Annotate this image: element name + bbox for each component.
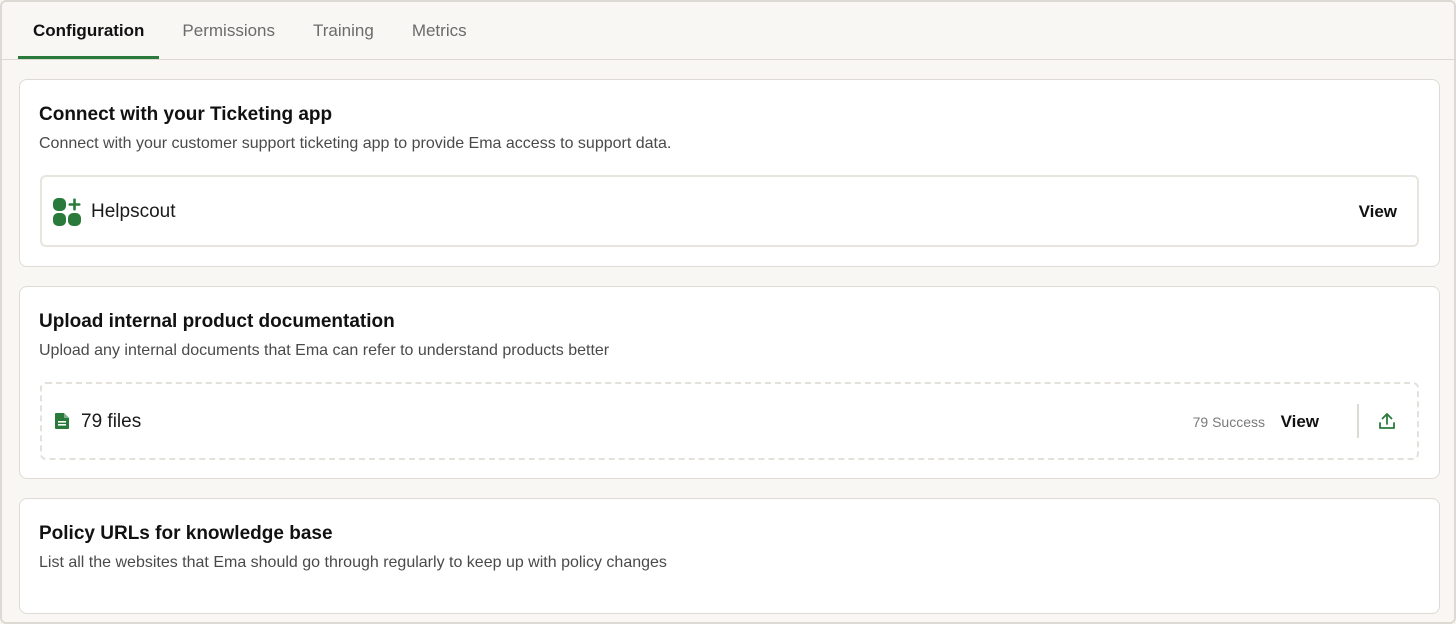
document-icon [55,413,69,429]
documentation-title: Upload internal product documentation [39,311,395,332]
tab-permissions[interactable]: Permissions [167,2,290,60]
files-count: 79 files [81,411,142,432]
view-button[interactable]: View [1359,202,1397,222]
ticketing-title: Connect with your Ticketing app [39,104,333,125]
upload-icon[interactable] [1378,412,1396,430]
tab-training[interactable]: Training [298,2,389,60]
policy-title: Policy URLs for knowledge base [39,523,333,544]
policy-description: List all the websites that Ema should go… [39,554,667,571]
app-frame: Configuration Permissions Training Metri… [0,0,1456,624]
tab-configuration[interactable]: Configuration [18,2,160,60]
tab-bar: Configuration Permissions Training Metri… [18,2,1454,60]
success-status: 79 Success [1192,414,1265,430]
apps-add-icon [53,198,81,226]
documentation-card: Upload internal product documentation Up… [19,286,1440,479]
ticketing-description: Connect with your customer support ticke… [39,135,672,152]
policy-card: Policy URLs for knowledge base List all … [19,498,1440,614]
documentation-description: Upload any internal documents that Ema c… [39,342,610,359]
tab-metrics[interactable]: Metrics [397,2,482,60]
ticketing-card: Connect with your Ticketing app Connect … [19,79,1440,267]
files-row: 79 files 79 Success View [40,382,1419,460]
actions-divider [1357,404,1359,438]
helpscout-row[interactable]: Helpscout View [40,175,1419,247]
helpscout-label: Helpscout [91,201,176,222]
view-files-button[interactable]: View [1281,412,1319,432]
